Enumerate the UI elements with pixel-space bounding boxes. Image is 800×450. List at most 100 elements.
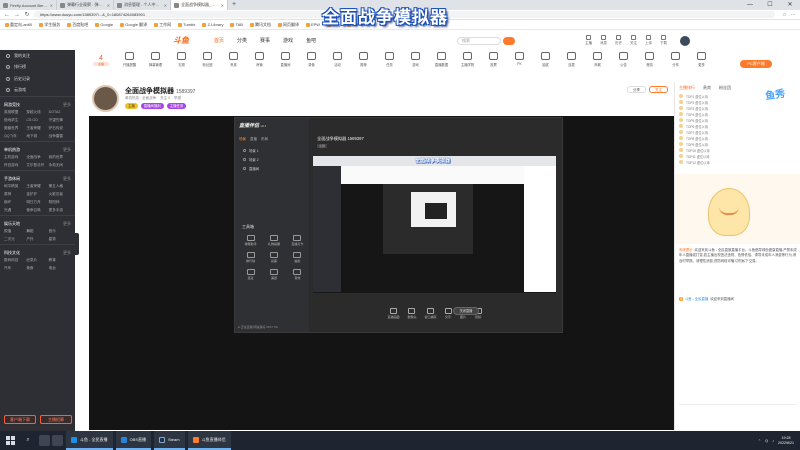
header-icon-button[interactable]: 主播 <box>585 35 592 46</box>
nav-item[interactable]: 分类 <box>237 37 247 44</box>
user-avatar[interactable] <box>680 36 690 46</box>
sidebar-section-more[interactable]: 更多 <box>63 176 71 182</box>
sidebar-category-link[interactable]: 守望先锋 <box>49 118 71 123</box>
sidebar-category-link[interactable]: 怀旧游戏 <box>4 163 26 168</box>
sidebar-category-link[interactable]: 星秀 <box>49 237 71 242</box>
function-icon-item[interactable]: 推荐 <box>352 52 375 80</box>
toolbox-item[interactable]: 直播打卡 <box>286 235 309 246</box>
star-icon[interactable]: ☆ <box>782 12 786 18</box>
sidebar-category-link[interactable]: 魔兽世界 <box>4 126 26 131</box>
function-icon-item[interactable]: 直播间 <box>274 52 297 80</box>
maximize-icon[interactable]: ☐ <box>760 0 780 10</box>
toolbox-item[interactable]: 连麦 <box>239 269 262 280</box>
function-icon-item[interactable]: PK <box>508 52 531 80</box>
search-icon[interactable]: ⌕ <box>21 437 35 444</box>
sidebar-section-more[interactable]: 更多 <box>63 147 71 153</box>
source-tool[interactable]: 文字 <box>444 307 452 319</box>
share-button[interactable]: 分享 <box>627 86 646 93</box>
search-button[interactable] <box>503 37 515 45</box>
room-tag[interactable]: 主播 <box>125 103 138 109</box>
function-icon-item[interactable]: 开播提醒 <box>118 52 141 80</box>
sidebar-category-link[interactable]: 艾尔登法环 <box>26 163 48 168</box>
video-player[interactable]: 直播伴侣 v6.1 场景 直播 布局 场景 1 场景 2 直播间 工具箱 弹幕助手 礼物提… <box>89 116 674 430</box>
sidebar-category-link[interactable]: 使命召唤 <box>26 208 48 213</box>
sidebar-category-link[interactable]: 数码科技 <box>4 258 26 263</box>
function-icon-item[interactable]: 粉丝团 <box>196 52 219 80</box>
sidebar-category-link[interactable]: 王者荣耀 <box>26 126 48 131</box>
taskbar-task[interactable]: OBS直播 <box>115 431 152 450</box>
browser-tab[interactable]: 消息管理 - 个人中心 - 斗鱼✕ <box>114 0 171 10</box>
function-icon-item[interactable]: 更多 <box>690 52 713 80</box>
sidebar-category-link[interactable]: 舞蹈 <box>26 229 48 234</box>
toolbox-item[interactable]: 美颜 <box>262 269 285 280</box>
streamed-app-tab[interactable]: 直播 <box>250 137 257 142</box>
sidebar-category-link[interactable]: 主机游戏 <box>4 155 26 160</box>
close-icon[interactable]: ✕ <box>780 0 800 10</box>
scene-item[interactable]: 场景 2 <box>243 157 259 162</box>
sidebar-category-link[interactable]: 火影忍者 <box>49 192 71 197</box>
sidebar-category-link[interactable]: 炉石传说 <box>49 126 71 131</box>
sidebar-category-link[interactable]: 纪录片 <box>26 258 48 263</box>
toolbox-item[interactable]: 弹幕助手 <box>239 235 262 246</box>
sidebar-category-link[interactable]: 绝地求生 <box>4 118 26 123</box>
chat-input-area[interactable] <box>679 404 797 413</box>
function-icon-item[interactable]: 商城 <box>586 52 609 80</box>
bookmark-item[interactable]: 工作网 <box>154 22 171 28</box>
bookmark-item[interactable]: Google <box>95 22 113 27</box>
browser-tab[interactable]: Firefly Account Berlin Electronics✕ <box>0 0 57 10</box>
chevron-up-icon[interactable]: ⌃ <box>758 439 761 443</box>
follow-button[interactable]: 关注 <box>649 86 668 93</box>
bookmark-item[interactable]: Tumblr <box>178 22 195 27</box>
sidebar-category-link[interactable]: 地下城 <box>26 134 48 139</box>
stop-stream-button[interactable]: 关闭直播 <box>453 307 479 315</box>
chat-tab[interactable]: 粉丝团 <box>719 85 731 91</box>
sidebar-category-link[interactable]: 我的世界 <box>49 155 71 160</box>
anchor-recruit-button[interactable]: 主播招募 <box>40 415 72 424</box>
function-icon-item[interactable]: 公告 <box>612 52 635 80</box>
header-icon-button[interactable]: 关注 <box>630 35 637 46</box>
sidebar-section-more[interactable]: 更多 <box>63 250 71 256</box>
streamer-avatar[interactable] <box>92 85 119 112</box>
bookmark-item[interactable]: Google 翻译 <box>120 22 147 28</box>
browser-tab[interactable]: 弹幕行业观察 - 弹幕工具✕ <box>57 0 114 10</box>
function-icon-item[interactable]: 任务 <box>378 52 401 80</box>
streamed-app-tab[interactable]: 场景 <box>239 137 246 142</box>
scene-item[interactable]: 直播间 <box>243 166 259 171</box>
eye-icon[interactable] <box>243 167 246 170</box>
minimize-icon[interactable]: — <box>740 0 760 10</box>
room-tag[interactable]: 直播间福利 <box>140 103 164 109</box>
sidebar-collapse-handle[interactable] <box>75 233 79 255</box>
sidebar-category-link[interactable]: 明日方舟 <box>26 200 48 205</box>
sidebar-category-link[interactable]: 崩坏 <box>4 200 26 205</box>
clock[interactable]: 19:28 2022/8/21 <box>778 436 794 445</box>
toolbox-item[interactable]: 投票 <box>262 252 285 263</box>
function-icon-item[interactable]: 竞猜 <box>638 52 661 80</box>
source-tool[interactable]: 窗口捕获 <box>425 307 437 319</box>
function-icon-item[interactable]: 弹幕管理 <box>144 52 167 80</box>
sidebar-category-link[interactable]: 户外 <box>26 237 48 242</box>
forward-icon[interactable]: → <box>14 12 20 18</box>
toolbox-item[interactable]: 抽奖 <box>286 252 309 263</box>
sidebar-category-link[interactable]: 美食 <box>26 266 48 271</box>
sidebar-section-more[interactable]: 更多 <box>63 221 71 227</box>
bookmark-item[interactable]: EPW <box>305 22 320 27</box>
source-tool[interactable]: 摄像头 <box>407 307 417 319</box>
back-icon[interactable]: ← <box>4 12 10 18</box>
bookmark-item[interactable]: 重定向-an60 <box>5 22 32 28</box>
eye-icon[interactable] <box>243 149 246 152</box>
room-meta-item[interactable]: 举报 <box>174 96 181 101</box>
sidebar-item[interactable]: 排行榜 <box>0 62 75 74</box>
nav-item[interactable]: 鱼吧 <box>306 37 316 44</box>
nav-item[interactable]: 首页 <box>214 37 224 44</box>
toolbox-item[interactable]: 礼物提醒 <box>262 235 285 246</box>
sidebar-category-link[interactable]: QQ飞车 <box>4 134 26 139</box>
sidebar-category-link[interactable]: CS:GO <box>26 118 48 123</box>
room-tag[interactable]: 主播任务 <box>166 103 187 109</box>
taskbar-task[interactable]: Steam <box>154 431 185 450</box>
sidebar-category-link[interactable]: 电台 <box>49 266 71 271</box>
toolbox-item[interactable]: 音效 <box>286 269 309 280</box>
tab-close-icon[interactable]: ✕ <box>107 3 110 8</box>
header-icon-button[interactable]: 历史 <box>615 35 622 46</box>
sidebar-category-link[interactable]: 阴阳师 <box>49 200 71 205</box>
nav-item[interactable]: 游戏 <box>283 37 293 44</box>
